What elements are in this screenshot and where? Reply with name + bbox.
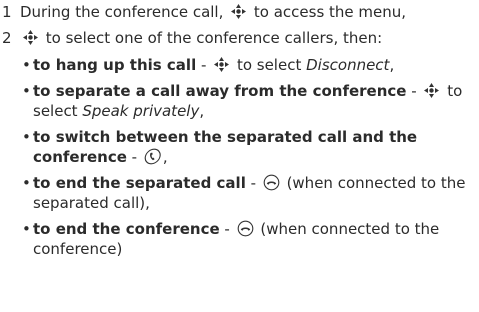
navigation-key-icon xyxy=(22,29,39,46)
bullet-text: , xyxy=(389,56,395,74)
bullet-lead: to switch between the separated call and… xyxy=(33,128,418,166)
bullet-separator: - xyxy=(245,174,261,192)
option-list: • to hang up this call - to select Disco… xyxy=(22,55,474,265)
bullet-text: to select xyxy=(232,56,307,74)
bullet-separator: - xyxy=(406,82,422,100)
step-number: 2 xyxy=(2,29,12,47)
navigation-key-icon xyxy=(213,56,230,73)
step-2: 2 to select one of the conference caller… xyxy=(2,28,382,48)
bullet-symbol: • xyxy=(22,128,31,146)
bullet-lead: to end the separated call xyxy=(33,174,246,192)
step-number: 1 xyxy=(2,3,12,21)
bullet-symbol: • xyxy=(22,220,31,238)
step-text-before: During the conference call, xyxy=(20,3,229,21)
bullet-lead: to separate a call away from the confere… xyxy=(33,82,407,100)
bullet-lead: to hang up this call xyxy=(33,56,197,74)
menu-option-name: Speak privately xyxy=(82,102,200,120)
menu-option-name: Disconnect xyxy=(306,56,390,74)
end-call-key-icon xyxy=(263,174,280,191)
bullet-symbol: • xyxy=(22,174,31,192)
step-1: 1 During the conference call, to access t… xyxy=(2,2,406,22)
call-key-icon xyxy=(144,148,161,165)
bullet-symbol: • xyxy=(22,56,31,74)
manual-page: 1 During the conference call, to access t… xyxy=(0,0,479,312)
bullet-separator: - xyxy=(219,220,235,238)
list-item-end-separated-call: • to end the separated call - (when conn… xyxy=(22,173,474,213)
step-text-after: to select one of the conference callers,… xyxy=(41,29,383,47)
navigation-key-icon xyxy=(230,3,247,20)
bullet-separator: - xyxy=(196,56,212,74)
end-call-key-icon xyxy=(237,220,254,237)
list-item-switch-call: • to switch between the separated call a… xyxy=(22,127,474,167)
bullet-separator: - xyxy=(126,148,142,166)
step-text-after: to access the menu, xyxy=(249,3,407,21)
navigation-key-icon xyxy=(423,82,440,99)
bullet-symbol: • xyxy=(22,82,31,100)
bullet-text: , xyxy=(199,102,205,120)
list-item-separate-call: • to separate a call away from the confe… xyxy=(22,81,474,121)
bullet-text: , xyxy=(162,148,168,166)
list-item-hang-up: • to hang up this call - to select Disco… xyxy=(22,55,474,75)
bullet-lead: to end the conference xyxy=(33,220,220,238)
list-item-end-conference: • to end the conference - (when connecte… xyxy=(22,219,474,259)
